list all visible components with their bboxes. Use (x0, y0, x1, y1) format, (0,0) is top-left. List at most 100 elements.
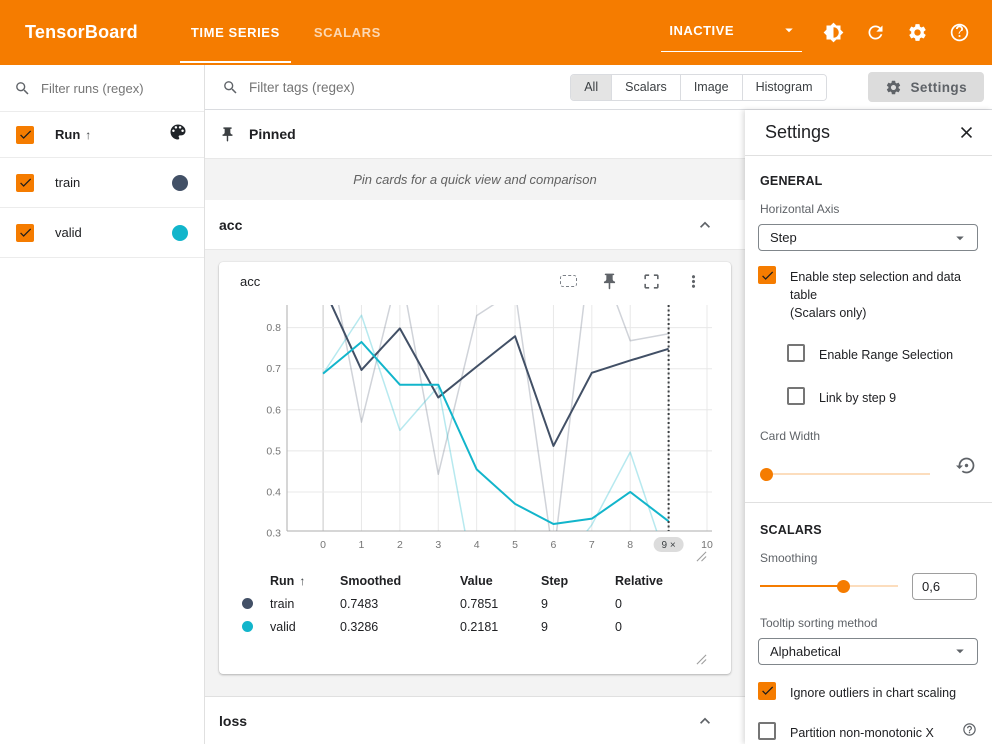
data-table-toggle-button[interactable] (560, 275, 577, 287)
toggle-scalars[interactable]: Scalars (612, 75, 681, 100)
collapse-section-button[interactable] (695, 711, 715, 731)
runs-column-label[interactable]: Run (55, 127, 80, 142)
cell-value: 0.7851 (460, 592, 541, 615)
tensorboard-logo: TensorBoard (25, 22, 138, 43)
help-outline-icon (962, 722, 977, 737)
card-menu-button[interactable] (684, 272, 703, 291)
tab-time-series[interactable]: TIME SERIES (174, 0, 297, 65)
reset-card-width-button[interactable] (956, 455, 977, 476)
caret-down-icon (951, 642, 969, 660)
refresh-button[interactable] (864, 22, 886, 44)
scalars-section-heading: SCALARS (760, 523, 977, 537)
pin-icon (600, 272, 619, 291)
gear-icon (907, 22, 928, 43)
link-by-step-checkbox[interactable] (787, 387, 805, 405)
partition-help-button[interactable] (962, 722, 977, 737)
step-data-table: Run↑ Smoothed Value Step Relative train … (242, 569, 731, 638)
settings-panel-button[interactable]: Settings (868, 72, 984, 102)
tooltip-sorting-label: Tooltip sorting method (760, 616, 977, 630)
svg-text:0.6: 0.6 (266, 404, 281, 416)
svg-text:0.4: 0.4 (266, 486, 281, 498)
smoothing-value-input[interactable] (912, 573, 977, 600)
run-train-checkbox[interactable] (16, 174, 34, 192)
horizontal-axis-dropdown[interactable]: Step (758, 224, 978, 251)
acc-line-chart[interactable]: 0.30.40.50.60.70.8012345678109 × (232, 300, 716, 556)
restore-icon (956, 455, 977, 476)
run-label: valid (55, 225, 82, 240)
toggle-all[interactable]: All (571, 75, 612, 100)
run-color-dot[interactable] (172, 175, 188, 191)
cards-area: Pinned Pin cards for a quick view and co… (205, 110, 745, 744)
col-step[interactable]: Step (541, 569, 615, 592)
sort-ascending-icon[interactable]: ↑ (85, 128, 91, 142)
smoothing-label: Smoothing (760, 551, 977, 565)
slider-thumb[interactable] (837, 580, 850, 593)
collapse-section-button[interactable] (695, 215, 715, 235)
runs-sidebar: Run ↑ train valid (0, 65, 205, 744)
partition-x-axis-checkbox[interactable] (758, 722, 776, 740)
select-all-runs-checkbox[interactable] (16, 126, 34, 144)
smoothing-control (758, 573, 977, 600)
settings-panel: Settings GENERAL Horizontal Axis Step (745, 110, 992, 744)
table-resize-handle[interactable] (696, 652, 707, 663)
run-color-dot[interactable] (172, 225, 188, 241)
global-settings-button[interactable] (906, 22, 928, 44)
pin-card-button[interactable] (600, 272, 619, 291)
svg-text:5: 5 (512, 539, 518, 551)
slider-thumb[interactable] (760, 468, 773, 481)
cell-step: 9 (541, 615, 615, 638)
tab-scalars[interactable]: SCALARS (297, 0, 398, 65)
svg-text:8: 8 (627, 539, 633, 551)
toggle-histogram[interactable]: Histogram (743, 75, 826, 100)
pinned-label: Pinned (249, 126, 296, 142)
section-header-loss[interactable]: loss (205, 696, 745, 744)
run-valid-checkbox[interactable] (16, 224, 34, 242)
svg-text:0.8: 0.8 (266, 322, 281, 334)
partition-x-axis-setting: Partition non-monotonic X axis (758, 722, 977, 744)
dark-mode-toggle-button[interactable] (822, 22, 844, 44)
search-icon (14, 80, 31, 97)
svg-text:1: 1 (359, 539, 365, 551)
tooltip-sorting-dropdown[interactable]: Alphabetical (758, 638, 978, 665)
brightness-icon (823, 22, 844, 43)
reload-status-select[interactable]: INACTIVE (661, 13, 802, 52)
pinned-section-header: Pinned (205, 110, 745, 159)
ignore-outliers-checkbox[interactable] (758, 682, 776, 700)
kebab-menu-icon (684, 272, 703, 291)
runs-filter-input[interactable] (41, 81, 190, 96)
svg-text:3: 3 (435, 539, 441, 551)
fullscreen-card-button[interactable] (642, 272, 661, 291)
dashed-selection-icon (560, 275, 577, 287)
toggle-image[interactable]: Image (681, 75, 743, 100)
step-selection-checkbox[interactable] (758, 266, 776, 284)
col-smoothed[interactable]: Smoothed (340, 569, 460, 592)
section-header-acc[interactable]: acc (205, 200, 745, 250)
pin-icon (219, 126, 236, 143)
run-color-palette-button[interactable] (168, 122, 188, 147)
range-selection-setting: Enable Range Selection (787, 344, 977, 364)
col-relative[interactable]: Relative (615, 569, 695, 592)
close-settings-button[interactable] (957, 123, 976, 142)
header-actions: INACTIVE (661, 0, 992, 65)
help-button[interactable] (948, 22, 970, 44)
tag-filter-input[interactable] (249, 80, 562, 95)
run-row-valid[interactable]: valid (0, 208, 204, 258)
range-selection-checkbox[interactable] (787, 344, 805, 362)
table-row-dot (242, 615, 270, 638)
run-row-train[interactable]: train (0, 158, 204, 208)
sort-ascending-icon: ↑ (299, 574, 305, 588)
cell-run: train (270, 592, 340, 615)
tensorboard-app: TensorBoard TIME SERIES SCALARS INACTIVE (0, 0, 992, 744)
cell-relative: 0 (615, 615, 695, 638)
col-run[interactable]: Run↑ (270, 569, 340, 592)
col-value[interactable]: Value (460, 569, 541, 592)
card-width-slider[interactable] (760, 467, 930, 481)
section-title: acc (219, 217, 242, 233)
step-selection-setting: Enable step selection and data table(Sca… (758, 266, 977, 322)
card-width-control (758, 451, 977, 481)
cell-value: 0.2181 (460, 615, 541, 638)
close-icon (957, 123, 976, 142)
smoothing-slider[interactable] (760, 579, 898, 593)
chart-resize-handle[interactable] (696, 549, 707, 560)
caret-down-icon (780, 21, 798, 39)
